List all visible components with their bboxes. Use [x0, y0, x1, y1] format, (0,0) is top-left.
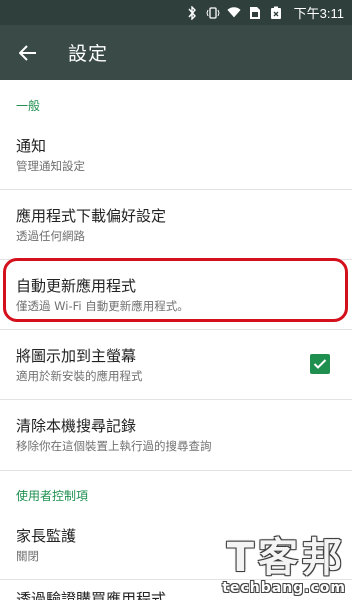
- setting-clear-search-history[interactable]: 清除本機搜尋記錄 移除你在這個裝置上執行過的搜尋查詢: [0, 400, 352, 470]
- back-button[interactable]: [0, 25, 56, 80]
- status-bar: 下午3:11: [0, 0, 352, 25]
- setting-title: 清除本機搜尋記錄: [16, 417, 137, 435]
- setting-title: 自動更新應用程式: [16, 276, 137, 295]
- page-title: 設定: [68, 43, 109, 65]
- app-bar: 設定: [0, 25, 352, 80]
- settings-list: 一般 通知 管理通知設定 應用程式下載偏好設定 透過任何網路 自動更新應用程式 …: [0, 80, 352, 600]
- section-header-user-controls: 使用者控制項: [0, 470, 352, 510]
- checkmark-icon: [313, 359, 327, 369]
- watermark-en: techbang.com: [222, 580, 346, 596]
- watermark-logo: T客邦 techbang.com: [222, 536, 346, 596]
- setting-download-preference[interactable]: 應用程式下載偏好設定 透過任何網路: [0, 190, 352, 260]
- watermark-cn: T客邦: [226, 535, 346, 581]
- add-icon-checkbox[interactable]: [310, 354, 330, 374]
- setting-title: 將圖示加到主螢幕: [16, 346, 137, 365]
- setting-notifications[interactable]: 通知 管理通知設定: [0, 120, 352, 190]
- bluetooth-icon: [185, 5, 199, 20]
- vibrate-icon: [206, 6, 220, 20]
- setting-subtitle: 適用於新安裝的應用程式: [16, 368, 143, 383]
- setting-purchase-auth[interactable]: 透過驗證購買應用程式: [16, 588, 166, 600]
- setting-title: 通知: [16, 136, 47, 155]
- status-time: 下午3:11: [293, 6, 344, 21]
- setting-subtitle: 移除你在這個裝置上執行過的搜尋查詢: [16, 439, 212, 453]
- battery-icon: [269, 6, 283, 20]
- setting-subtitle: 管理通知設定: [16, 158, 85, 173]
- setting-subtitle: 僅透過 Wi-Fi 自動更新應用程式。: [16, 298, 189, 313]
- setting-subtitle: 透過任何網路: [16, 228, 85, 243]
- arrow-left-icon: [19, 44, 36, 61]
- setting-title: 應用程式下載偏好設定: [16, 206, 167, 225]
- section-header-general: 一般: [16, 99, 41, 113]
- sim-icon: [248, 6, 262, 20]
- wifi-icon: [227, 6, 241, 20]
- setting-auto-update[interactable]: 自動更新應用程式 僅透過 Wi-Fi 自動更新應用程式。: [0, 260, 352, 330]
- setting-add-icon-home[interactable]: 將圖示加到主螢幕 適用於新安裝的應用程式: [0, 330, 352, 400]
